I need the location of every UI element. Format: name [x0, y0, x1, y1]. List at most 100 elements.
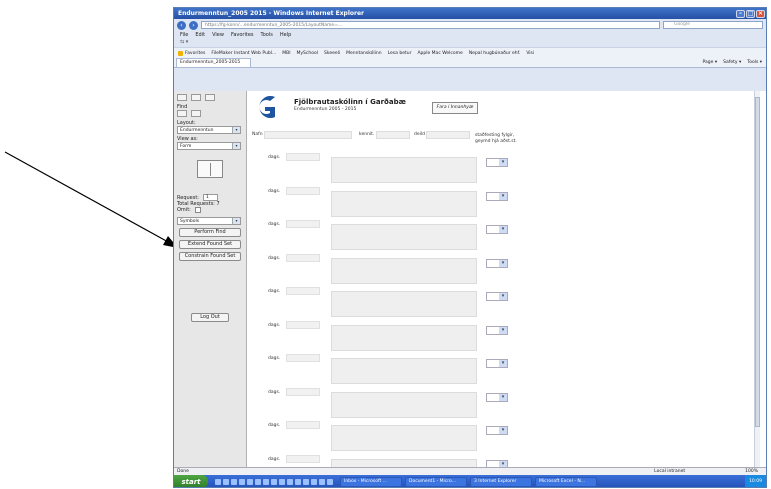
quick-launch-icon[interactable] — [215, 478, 221, 485]
favorite-item[interactable]: Skeeeli — [324, 51, 340, 56]
course-description-field[interactable] — [331, 391, 477, 418]
find-mode-icon[interactable] — [205, 94, 215, 101]
page-menu[interactable]: Page ▾ — [703, 60, 718, 65]
quick-launch-icon[interactable] — [279, 478, 285, 485]
extend-found-set-button[interactable]: Extend Found Set — [179, 240, 241, 249]
confirmation-dropdown[interactable] — [486, 459, 508, 467]
favorite-item[interactable]: Lesa betur — [388, 51, 412, 56]
favorite-item[interactable]: Menntanskólinn — [346, 51, 381, 56]
address-bar[interactable]: https://fg-konn/...endurmenntun_2005-201… — [201, 21, 660, 29]
confirmation-dropdown[interactable] — [486, 158, 508, 167]
course-description-field[interactable] — [331, 425, 477, 451]
tools-menu[interactable]: Tools ▾ — [747, 60, 762, 65]
date-field[interactable] — [286, 253, 320, 262]
close-button[interactable]: × — [756, 9, 765, 18]
go-innanhus-button[interactable]: Fara í Innanhyæ — [432, 102, 478, 114]
course-description-field[interactable] — [331, 458, 477, 467]
browse-mode-icon[interactable] — [177, 94, 187, 101]
favorite-item[interactable]: Visi — [526, 51, 534, 56]
date-field[interactable] — [286, 421, 320, 429]
delete-request-icon[interactable] — [191, 110, 201, 117]
quick-launch-icon[interactable] — [295, 478, 301, 485]
date-field[interactable] — [286, 287, 320, 295]
date-field[interactable] — [286, 387, 320, 396]
taskbar-item[interactable]: Inbox - Microsoft ... — [340, 476, 402, 487]
course-description-field[interactable] — [331, 324, 477, 351]
request-input[interactable]: 1 — [203, 194, 218, 201]
browser-tab[interactable]: Endurmenntun_2005-2015 — [176, 58, 251, 67]
view-select[interactable]: Form ▾ — [177, 142, 241, 150]
minimize-button[interactable]: – — [736, 9, 745, 18]
vertical-scrollbar[interactable] — [754, 91, 760, 467]
taskbar-item[interactable]: Document1 - Micro... — [405, 476, 467, 487]
constrain-found-set-button[interactable]: Constrain Found Set — [179, 252, 241, 261]
search-input[interactable]: Google — [663, 21, 763, 29]
date-field[interactable] — [286, 186, 320, 195]
quick-launch-icon[interactable] — [255, 478, 261, 485]
taskbar-item[interactable]: Microsoft Excel - N... — [535, 476, 597, 487]
perform-find-button[interactable]: Perform Find — [179, 228, 241, 237]
quick-launch-icon[interactable] — [311, 478, 317, 485]
quick-launch-icon[interactable] — [287, 478, 293, 485]
course-description-field[interactable] — [331, 224, 477, 250]
new-request-icon[interactable] — [177, 110, 187, 117]
menu-file[interactable]: File — [180, 32, 188, 38]
quick-launch-icon[interactable] — [327, 478, 333, 485]
favorite-item[interactable]: Apple Mac Welcome — [417, 51, 462, 56]
quick-launch-icon[interactable] — [271, 478, 277, 485]
taskbar-item[interactable]: 3 Internet Explorer — [470, 476, 532, 487]
confirmation-dropdown[interactable] — [486, 225, 508, 234]
menu-tools[interactable]: Tools — [261, 32, 273, 38]
kennit-field[interactable] — [376, 131, 410, 139]
favorites-button[interactable]: Favorites — [178, 50, 205, 56]
maximize-button[interactable]: □ — [746, 9, 755, 18]
quick-launch-icon[interactable] — [319, 478, 325, 485]
date-field[interactable] — [286, 454, 320, 463]
layout-select[interactable]: Endurmenntun ▾ — [177, 126, 241, 134]
deild-field[interactable] — [426, 131, 470, 139]
omit-checkbox[interactable] — [194, 207, 201, 213]
date-field[interactable] — [286, 220, 320, 228]
course-description-field[interactable] — [331, 291, 477, 317]
scroll-thumb[interactable] — [755, 97, 760, 427]
confirmation-dropdown[interactable] — [486, 292, 508, 301]
forward-button[interactable]: › — [189, 20, 198, 30]
favorite-item[interactable]: Nepal hugbúnaður ehf. — [469, 51, 521, 56]
zoom-level[interactable]: 100% — [745, 469, 758, 474]
convert-icon[interactable]: ⇆ ▾ — [174, 39, 766, 47]
name-field[interactable] — [264, 131, 352, 139]
menu-help[interactable]: Help — [280, 32, 291, 38]
confirmation-dropdown[interactable] — [486, 191, 508, 201]
quick-launch-icon[interactable] — [223, 478, 229, 485]
menu-favorites[interactable]: Favorites — [231, 32, 254, 38]
start-button[interactable]: start — [174, 475, 208, 487]
quick-launch-icon[interactable] — [263, 478, 269, 485]
menu-edit[interactable]: Edit — [195, 32, 205, 38]
course-description-field[interactable] — [331, 190, 477, 217]
book-icon[interactable] — [197, 160, 223, 178]
confirmation-dropdown[interactable] — [486, 325, 508, 335]
date-field[interactable] — [286, 354, 320, 362]
logout-button[interactable]: Log Out — [191, 313, 229, 322]
edit-icon[interactable] — [191, 94, 201, 101]
course-description-field[interactable] — [331, 157, 477, 183]
symbols-select[interactable]: Symbols ▾ — [177, 217, 241, 225]
quick-launch-icon[interactable] — [231, 478, 237, 485]
course-description-field[interactable] — [331, 358, 477, 384]
menu-view[interactable]: View — [212, 32, 224, 38]
course-description-field[interactable] — [331, 257, 477, 284]
quick-launch-icon[interactable] — [303, 478, 309, 485]
confirmation-dropdown[interactable] — [486, 392, 508, 402]
favorite-item[interactable]: MBI — [282, 51, 290, 56]
confirmation-dropdown[interactable] — [486, 359, 508, 368]
quick-launch-icon[interactable] — [239, 478, 245, 485]
confirmation-dropdown[interactable] — [486, 426, 508, 435]
back-button[interactable]: ‹ — [177, 20, 186, 30]
confirmation-dropdown[interactable] — [486, 258, 508, 268]
date-field[interactable] — [286, 153, 320, 161]
favorite-item[interactable]: MySchool — [297, 51, 319, 56]
safety-menu[interactable]: Safety ▾ — [723, 60, 741, 65]
favorite-item[interactable]: FileMaker Instant Web Publ... — [211, 51, 276, 56]
date-field[interactable] — [286, 320, 320, 329]
quick-launch-icon[interactable] — [247, 478, 253, 485]
